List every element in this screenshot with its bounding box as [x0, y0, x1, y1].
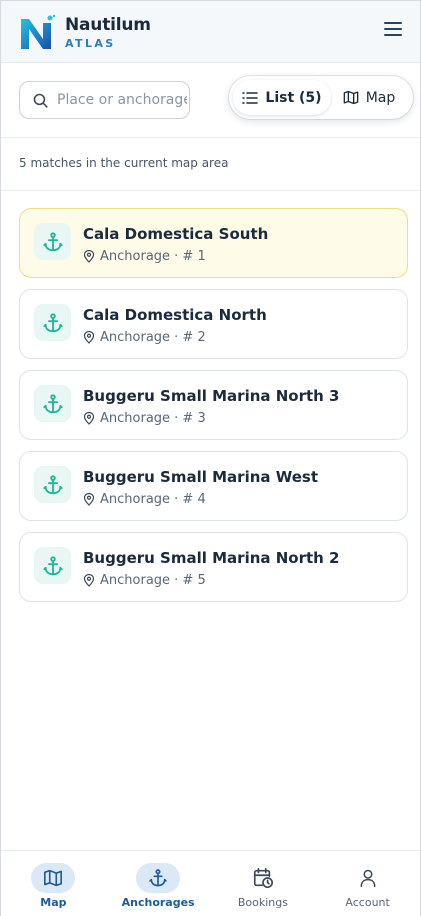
anchor-icon — [34, 223, 71, 260]
brand[interactable]: Nautilum ATLAS — [65, 15, 151, 51]
view-toggle: List (5) Map — [229, 76, 413, 119]
bottom-tab-bar: Map Anchorages Bookings Account — [1, 850, 420, 916]
search-input[interactable] — [57, 92, 187, 108]
hamburger-icon-bar — [384, 28, 402, 30]
app-header: Nautilum ATLAS — [1, 1, 420, 63]
list-toolbar: List (5) Map — [1, 63, 420, 138]
brand-name: Nautilum — [65, 15, 151, 35]
map-view-label: Map — [365, 89, 396, 106]
results-summary: 5 matches in the current map area — [19, 156, 229, 170]
anchor-icon — [136, 863, 181, 893]
anchorage-meta-text: Anchorage · # 4 — [100, 492, 206, 507]
anchorage-meta-text: Anchorage · # 3 — [100, 411, 206, 426]
search-box[interactable] — [19, 81, 190, 119]
tab-label: Account — [345, 896, 390, 909]
anchorage-card[interactable]: Buggeru Small Marina North 3 Anchorage ·… — [19, 370, 408, 440]
tab-map[interactable]: Map — [1, 851, 106, 916]
tab-anchorages[interactable]: Anchorages — [106, 851, 211, 916]
anchorage-name: Buggeru Small Marina West — [83, 468, 319, 486]
anchorage-card[interactable]: Cala Domestica North Anchorage · # 2 — [19, 289, 408, 359]
location-pin-icon — [83, 412, 95, 425]
tab-label: Anchorages — [121, 896, 195, 909]
tab-label: Map — [40, 896, 67, 909]
anchorage-list: Cala Domestica South Anchorage · # 1 Cal… — [19, 208, 408, 613]
anchorage-card[interactable]: Buggeru Small Marina North 2 Anchorage ·… — [19, 532, 408, 602]
search-icon — [33, 93, 48, 108]
anchor-icon — [34, 466, 71, 503]
anchorage-meta-text: Anchorage · # 5 — [100, 573, 206, 588]
list-view-button[interactable]: List (5) — [233, 80, 331, 115]
anchorage-name: Cala Domestica South — [83, 225, 269, 243]
anchorage-meta: Anchorage · # 5 — [83, 573, 206, 588]
nautilum-logo-icon — [21, 14, 56, 49]
list-view-label: List (5) — [265, 89, 322, 106]
anchorage-meta-text: Anchorage · # 2 — [100, 330, 206, 345]
hamburger-icon — [384, 22, 402, 24]
anchorage-card[interactable]: Buggeru Small Marina West Anchorage · # … — [19, 451, 408, 521]
anchorage-meta: Anchorage · # 1 — [83, 249, 206, 264]
tab-label: Bookings — [237, 896, 288, 909]
location-pin-icon — [83, 331, 95, 344]
hamburger-icon-bar — [384, 34, 402, 36]
map-icon — [31, 863, 76, 893]
tab-bookings[interactable]: Bookings — [211, 851, 316, 916]
anchorage-meta: Anchorage · # 3 — [83, 411, 206, 426]
user-icon — [346, 863, 390, 893]
menu-button[interactable] — [384, 22, 402, 40]
calendar-clock-icon — [241, 863, 285, 893]
location-pin-icon — [83, 574, 95, 587]
brand-subtitle: ATLAS — [65, 37, 116, 50]
anchorage-meta: Anchorage · # 4 — [83, 492, 206, 507]
anchor-icon — [34, 385, 71, 422]
anchorage-name: Cala Domestica North — [83, 306, 267, 324]
tab-account[interactable]: Account — [315, 851, 420, 916]
list-icon — [242, 91, 259, 104]
anchorage-meta: Anchorage · # 2 — [83, 330, 206, 345]
anchor-icon — [34, 304, 71, 341]
map-icon — [343, 90, 359, 105]
location-pin-icon — [83, 250, 95, 263]
map-view-button[interactable]: Map — [331, 80, 407, 115]
location-pin-icon — [83, 493, 95, 506]
anchorage-name: Buggeru Small Marina North 2 — [83, 549, 340, 567]
anchorage-name: Buggeru Small Marina North 3 — [83, 387, 340, 405]
anchorage-card[interactable]: Cala Domestica South Anchorage · # 1 — [19, 208, 408, 278]
anchor-icon — [34, 547, 71, 584]
divider — [1, 190, 420, 191]
anchorage-meta-text: Anchorage · # 1 — [100, 249, 206, 264]
